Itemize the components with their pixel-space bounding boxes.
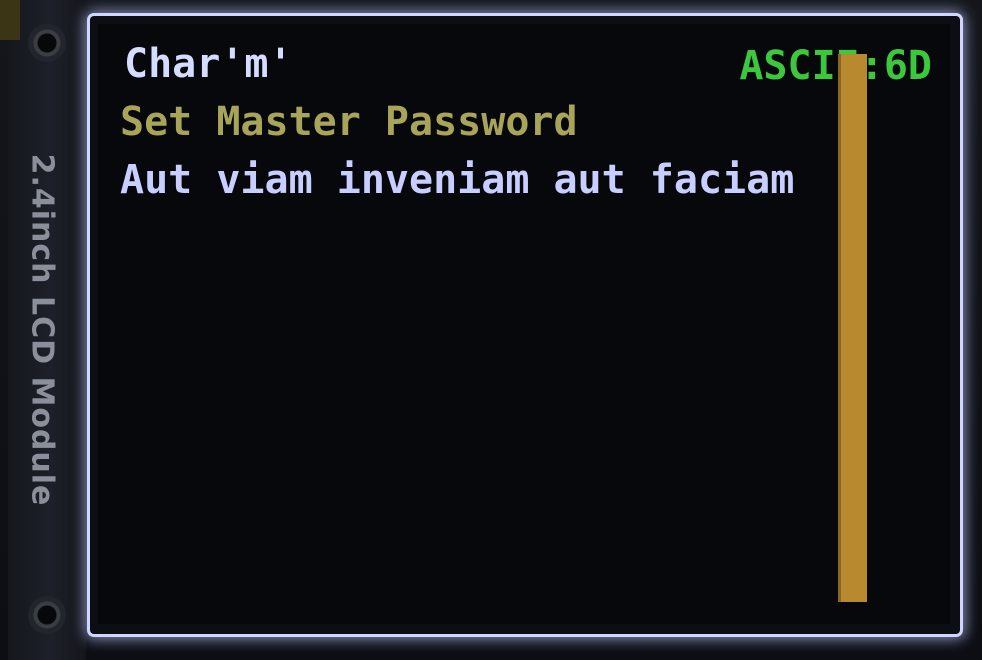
module-label: 2.4inch LCD Module bbox=[24, 153, 60, 507]
scrollbar[interactable] bbox=[838, 54, 867, 602]
mount-hole-icon bbox=[28, 24, 66, 62]
pcb-corner bbox=[0, 0, 20, 40]
lcd-module: 2.4inch LCD Module Char'm' ASCII:6D Set … bbox=[0, 0, 982, 660]
screen-heading: Set Master Password bbox=[120, 99, 578, 145]
char-title: Char'm' bbox=[124, 41, 293, 87]
mount-hole-icon bbox=[28, 596, 66, 634]
lcd-screen: Char'm' ASCII:6D Set Master Password Aut… bbox=[98, 24, 950, 624]
ascii-code-label: ASCII:6D bbox=[739, 43, 932, 89]
password-text: Aut viam inveniam aut faciam bbox=[120, 157, 795, 203]
